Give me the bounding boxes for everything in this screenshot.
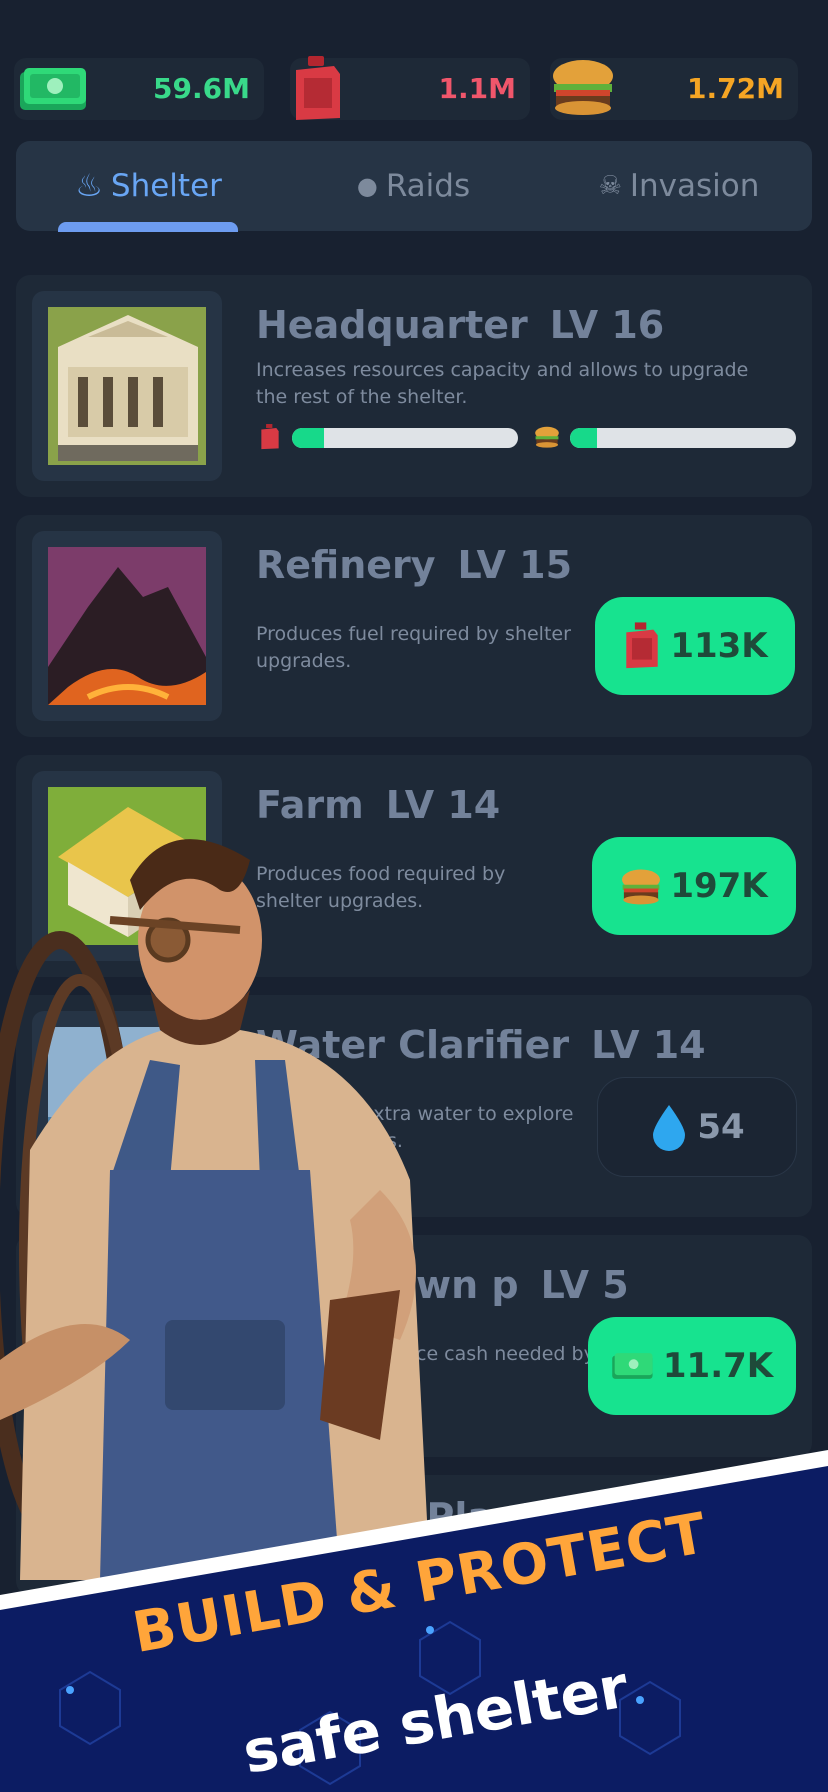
fuel-value: 1.1M — [438, 72, 516, 105]
fuel-progress-bar — [292, 428, 518, 448]
upgrade-cost: 54 — [697, 1107, 745, 1147]
upgrade-cost: 11.7K — [662, 1346, 774, 1386]
building-thumbnail — [32, 531, 222, 721]
water-drop-icon — [653, 1105, 686, 1151]
upgrade-button[interactable]: 11.7K — [588, 1317, 796, 1415]
building-name: Refinery — [256, 543, 436, 587]
building-title: Headquarter LV 16 — [256, 303, 664, 347]
burger-icon — [622, 869, 661, 905]
building-title: Refinery LV 15 — [256, 543, 572, 587]
cash-value: 59.6M — [153, 72, 250, 105]
tab-label: Raids — [385, 168, 471, 204]
cash-icon — [20, 68, 86, 110]
building-level: LV 16 — [549, 303, 665, 347]
upgrade-button[interactable]: 54 — [597, 1077, 797, 1177]
building-card-refinery[interactable]: Refinery LV 15 Produces fuel required by … — [16, 515, 812, 737]
building-icon — [48, 307, 206, 465]
burger-icon — [553, 60, 613, 115]
upgrade-button[interactable]: 197K — [592, 837, 796, 935]
active-tab-indicator — [58, 222, 238, 232]
tab-bar: ♨ Shelter ● Raids ☠ Invasion — [16, 141, 812, 231]
tab-invasion[interactable]: ☠ Invasion — [546, 141, 812, 231]
burger-icon — [535, 426, 559, 448]
food-progress-bar — [570, 428, 796, 448]
cash-icon — [612, 1353, 653, 1379]
cash-counter: 59.6M — [14, 58, 264, 120]
building-description: Produces fuel required by shelter upgrad… — [256, 623, 571, 672]
building-description: Increases resources capacity and allows … — [256, 359, 749, 408]
tab-label: Shelter — [110, 168, 222, 204]
food-counter: 1.72M — [550, 58, 798, 120]
volcano-icon — [48, 547, 206, 705]
building-level: LV 14 — [591, 1023, 706, 1067]
fuel-can-icon — [626, 622, 659, 669]
fuel-can-icon — [296, 56, 340, 120]
building-level: LV 15 — [457, 543, 573, 587]
campfire-icon: ♨ — [75, 168, 103, 204]
skull-icon: ☠ — [598, 171, 622, 201]
tab-shelter[interactable]: ♨ Shelter — [16, 141, 281, 231]
tab-raids[interactable]: ● Raids — [281, 141, 546, 231]
building-thumbnail — [32, 291, 222, 481]
fuel-counter: 1.1M — [290, 56, 530, 120]
building-name: Headquarter — [256, 303, 528, 347]
tab-label: Invasion — [629, 168, 760, 204]
upgrade-button[interactable]: 113K — [595, 597, 795, 695]
building-level: LV 5 — [540, 1263, 629, 1307]
upgrade-cost: 113K — [670, 626, 768, 666]
building-card-headquarter[interactable]: Headquarter LV 16 Increases resources cap… — [16, 275, 812, 497]
fire-icon: ● — [356, 172, 378, 200]
fuel-can-icon — [261, 424, 279, 450]
food-value: 1.72M — [687, 72, 784, 105]
upgrade-cost: 197K — [670, 866, 768, 906]
